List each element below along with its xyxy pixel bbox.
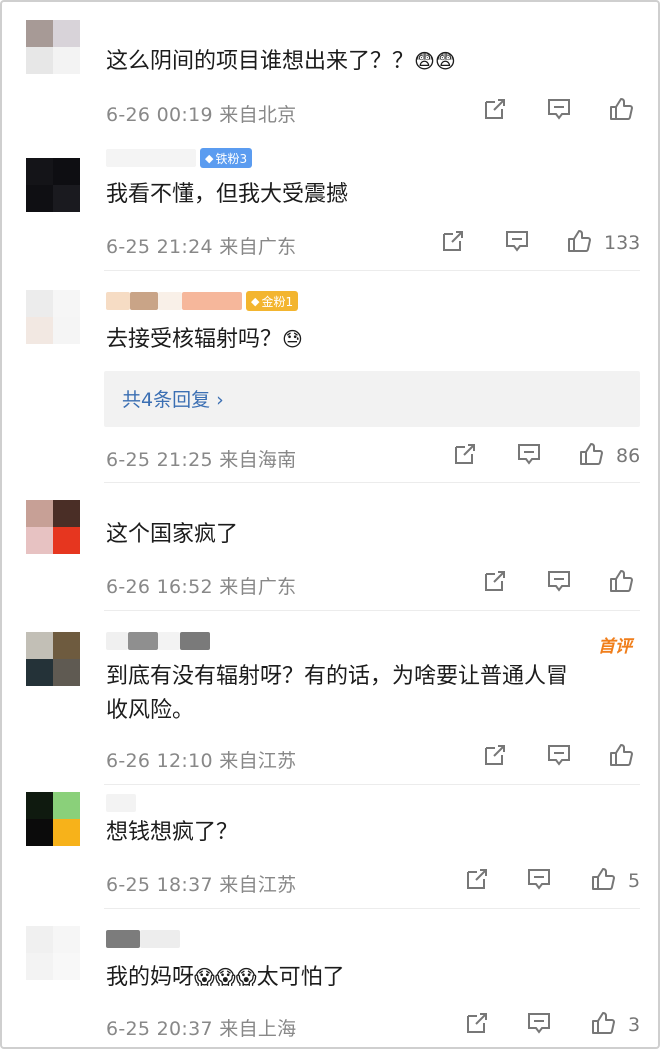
comment-meta: 6-25 18:37 来自江苏 5 bbox=[106, 866, 646, 900]
share-icon[interactable] bbox=[482, 96, 512, 126]
comment-time: 6-26 00:19 来自北京 bbox=[106, 104, 297, 126]
divider bbox=[104, 270, 640, 271]
comment-meta: 6-26 00:19 来自北京 bbox=[106, 96, 646, 130]
like-icon[interactable] bbox=[566, 228, 596, 258]
comment-icon[interactable] bbox=[516, 441, 546, 471]
share-icon[interactable] bbox=[482, 742, 512, 772]
fan-badge: ◆ 铁粉3 bbox=[200, 148, 253, 168]
comment-text: 想钱想疯了？ bbox=[106, 820, 239, 845]
avatar[interactable] bbox=[26, 500, 80, 554]
comment-time: 6-26 16:52 来自广东 bbox=[106, 576, 297, 598]
comment-text: 我的妈呀😱😱😱太可怕了 bbox=[106, 965, 345, 990]
like-icon[interactable] bbox=[608, 568, 638, 598]
like-count: 86 bbox=[616, 445, 641, 467]
username[interactable]: ◆ 金粉1 bbox=[106, 290, 299, 312]
avatar[interactable] bbox=[26, 792, 80, 846]
username[interactable]: ◆ 铁粉3 bbox=[106, 147, 253, 169]
share-icon[interactable] bbox=[464, 866, 494, 896]
comment-icon[interactable] bbox=[504, 228, 534, 258]
reply-thread-link[interactable]: 共4条回复 › bbox=[104, 371, 640, 427]
share-icon[interactable] bbox=[482, 568, 512, 598]
comment-time: 6-26 12:10 来自江苏 bbox=[106, 750, 297, 772]
share-icon[interactable] bbox=[464, 1010, 494, 1040]
first-comment-tag: 首评 bbox=[598, 637, 632, 657]
like-count: 3 bbox=[628, 1014, 641, 1036]
comment-time: 6-25 21:25 来自海南 bbox=[106, 449, 297, 471]
fan-badge: ◆ 金粉1 bbox=[246, 291, 299, 311]
divider bbox=[104, 610, 640, 611]
comment-icon[interactable] bbox=[546, 742, 576, 772]
like-icon[interactable] bbox=[590, 866, 620, 896]
comment-meta: 6-26 12:10 来自江苏 bbox=[106, 742, 646, 776]
comment-icon[interactable] bbox=[526, 866, 556, 896]
divider bbox=[104, 908, 640, 909]
sweat-emoji-icon: 😓 bbox=[282, 327, 303, 351]
comment-meta: 6-25 21:25 来自海南 86 bbox=[106, 441, 646, 475]
share-icon[interactable] bbox=[452, 441, 482, 471]
comment-meta: 6-25 21:24 来自广东 133 bbox=[106, 228, 646, 262]
comment-icon[interactable] bbox=[546, 96, 576, 126]
comment-text: 到底有没有辐射呀？有的话，为啥要让普通人冒 收风险。 bbox=[106, 664, 569, 723]
avatar[interactable] bbox=[26, 632, 80, 686]
avatar[interactable] bbox=[26, 20, 80, 74]
like-icon[interactable] bbox=[608, 742, 638, 772]
like-icon[interactable] bbox=[590, 1010, 620, 1040]
share-icon[interactable] bbox=[440, 228, 470, 258]
comment-icon[interactable] bbox=[546, 568, 576, 598]
username[interactable] bbox=[106, 792, 136, 814]
comment-icon[interactable] bbox=[526, 1010, 556, 1040]
comment-meta: 6-26 16:52 来自广东 bbox=[106, 568, 646, 602]
comment-text: 我看不懂，但我大受震撼 bbox=[106, 182, 349, 207]
avatar[interactable] bbox=[26, 158, 80, 212]
comment-text: 这么阴间的项目谁想出来了？？😨😨 bbox=[106, 49, 456, 74]
comment-time: 6-25 18:37 来自江苏 bbox=[106, 874, 297, 896]
divider bbox=[104, 784, 640, 785]
username[interactable] bbox=[106, 630, 210, 652]
avatar[interactable] bbox=[26, 290, 80, 344]
scared-emoji-icon: 😨😨 bbox=[414, 49, 456, 73]
like-count: 133 bbox=[604, 232, 641, 254]
comment-time: 6-25 20:37 来自上海 bbox=[106, 1018, 297, 1040]
username[interactable] bbox=[106, 928, 180, 950]
scream-emoji-icon: 😱😱😱 bbox=[194, 965, 257, 989]
like-icon[interactable] bbox=[578, 441, 608, 471]
comment-time: 6-25 21:24 来自广东 bbox=[106, 236, 297, 258]
divider bbox=[104, 482, 640, 483]
comment-text: 这个国家疯了 bbox=[106, 522, 239, 547]
like-icon[interactable] bbox=[608, 96, 638, 126]
avatar[interactable] bbox=[26, 926, 80, 980]
comment-meta: 6-25 20:37 来自上海 3 bbox=[106, 1010, 646, 1044]
like-count: 5 bbox=[628, 870, 641, 892]
comment-text: 去接受核辐射吗？😓 bbox=[106, 327, 303, 352]
